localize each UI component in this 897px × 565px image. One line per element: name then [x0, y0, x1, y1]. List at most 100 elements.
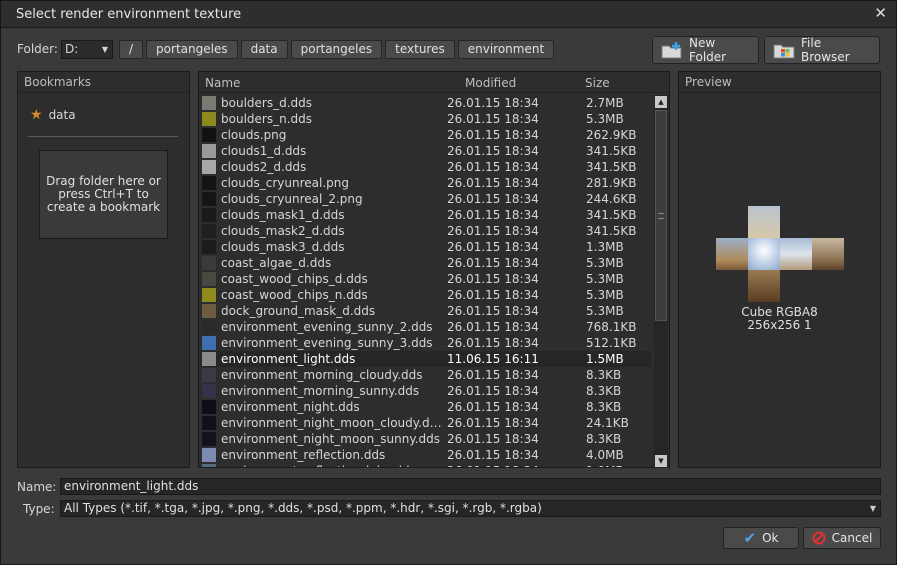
file-row[interactable]: environment_night_moon_sunny.dds 26.01.15… [200, 431, 651, 447]
file-thumbnail [202, 448, 216, 462]
breadcrumb-item[interactable]: portangeles [290, 40, 383, 59]
file-size: 1.0MB [586, 463, 624, 467]
file-name: environment_reflection.dds [221, 448, 386, 462]
bookmark-drop-zone[interactable]: Drag folder here or press Ctrl+T to crea… [39, 150, 168, 239]
scroll-up-icon[interactable]: ▲ [655, 96, 667, 108]
file-row[interactable]: clouds_cryunreal.png 26.01.15 18:34 281.9K… [200, 175, 651, 191]
file-list-scrollbar[interactable]: ▲ ▼ [654, 95, 668, 468]
drive-select[interactable]: D: ▼ [61, 40, 113, 59]
column-header-name[interactable]: Name [205, 76, 240, 90]
file-thumbnail [202, 304, 216, 318]
file-thumbnail [202, 224, 216, 238]
file-name: clouds_cryunreal_2.png [221, 192, 363, 206]
file-row[interactable]: environment_night_moon_cloudy.dds 26.01.1… [200, 415, 651, 431]
type-label: Type: [23, 502, 55, 516]
column-header-size[interactable]: Size [585, 76, 610, 90]
type-select[interactable]: All Types (*.tif, *.tga, *.jpg, *.png, *… [60, 500, 881, 517]
file-modified: 26.01.15 18:34 [447, 304, 539, 318]
file-thumbnail [202, 336, 216, 350]
new-folder-label: New Folder [689, 36, 727, 64]
new-folder-button[interactable]: New Folder [652, 36, 759, 64]
file-modified: 26.01.15 18:34 [447, 192, 539, 206]
bookmark-item-data[interactable]: ★ data [30, 107, 76, 123]
file-thumbnail [202, 192, 216, 206]
breadcrumb-item[interactable]: / [119, 40, 144, 59]
breadcrumb-item[interactable]: data [240, 40, 288, 59]
file-browser-label: File Browser [801, 36, 850, 64]
file-row[interactable]: boulders_d.dds 26.01.15 18:34 2.7MB [200, 95, 651, 111]
cancel-button[interactable]: Cancel [803, 527, 881, 549]
file-row[interactable]: clouds1_d.dds 26.01.15 18:34 341.5KB [200, 143, 651, 159]
file-thumbnail [202, 256, 216, 270]
dialog-window: Select render environment texture ✕ Fold… [0, 0, 897, 565]
file-thumbnail [202, 208, 216, 222]
file-browser-button[interactable]: File Browser [764, 36, 880, 64]
file-modified: 26.01.15 18:34 [447, 400, 539, 414]
file-size: 24.1KB [586, 416, 629, 430]
file-row[interactable]: clouds2_d.dds 26.01.15 18:34 341.5KB [200, 159, 651, 175]
file-row[interactable]: clouds.png 26.01.15 18:34 262.9KB [200, 127, 651, 143]
file-size: 5.3MB [586, 288, 624, 302]
file-row[interactable]: clouds_cryunreal_2.png 26.01.15 18:34 244.… [200, 191, 651, 207]
file-row[interactable]: environment_evening_sunny_3.dds 26.01.15 … [200, 335, 651, 351]
file-row[interactable]: boulders_n.dds 26.01.15 18:34 5.3MB [200, 111, 651, 127]
file-size: 244.6KB [586, 192, 637, 206]
file-modified: 11.06.15 16:11 [447, 352, 539, 366]
file-row[interactable]: environment_evening_sunny_2.dds 26.01.15 … [200, 319, 651, 335]
star-icon: ★ [30, 107, 43, 123]
file-modified: 26.01.15 18:34 [447, 256, 539, 270]
breadcrumb-item[interactable]: portangeles [146, 40, 238, 59]
ok-button[interactable]: ✔ Ok [723, 527, 799, 549]
name-input[interactable]: environment_light.dds [60, 478, 881, 495]
file-size: 281.9KB [586, 176, 637, 190]
file-row[interactable]: dock_ground_mask_d.dds 26.01.15 18:34 5.3M… [200, 303, 651, 319]
file-thumbnail [202, 240, 216, 254]
file-thumbnail [202, 176, 216, 190]
cube-face-right [780, 238, 812, 270]
column-header-modified[interactable]: Modified [465, 76, 516, 90]
file-name: clouds1_d.dds [221, 144, 307, 158]
scrollbar-thumb[interactable] [655, 110, 667, 321]
file-name: environment_night.dds [221, 400, 360, 414]
file-row[interactable]: environment_morning_cloudy.dds 26.01.15 1… [200, 367, 651, 383]
file-row[interactable]: coast_wood_chips_n.dds 26.01.15 18:34 5.3M… [200, 287, 651, 303]
file-thumbnail [202, 96, 216, 110]
file-row[interactable]: environment_morning_sunny.dds 26.01.15 18… [200, 383, 651, 399]
file-thumbnail [202, 112, 216, 126]
breadcrumb-item[interactable]: environment [457, 40, 555, 59]
cube-face-back [812, 238, 844, 270]
file-size: 341.5KB [586, 224, 637, 238]
file-row[interactable]: coast_wood_chips_d.dds 26.01.15 18:34 5.3M… [200, 271, 651, 287]
file-size: 341.5KB [586, 144, 637, 158]
preview-dimensions: 256x256 1 [747, 318, 812, 332]
file-name: environment_evening_sunny_2.dds [221, 320, 433, 334]
drive-value: D: [65, 42, 79, 56]
title-bar[interactable]: Select render environment texture ✕ [1, 1, 896, 28]
file-name: clouds_mask3_d.dds [221, 240, 345, 254]
file-size: 5.3MB [586, 112, 624, 126]
file-row[interactable]: clouds_mask1_d.dds 26.01.15 18:34 341.5KB [200, 207, 651, 223]
file-modified: 26.01.15 18:34 [447, 432, 539, 446]
file-thumbnail [202, 288, 216, 302]
file-modified: 26.01.15 18:34 [447, 224, 539, 238]
type-value: All Types (*.tif, *.tga, *.jpg, *.png, *… [64, 501, 542, 515]
file-size: 1.3MB [586, 240, 624, 254]
file-row[interactable]: environment_reflection_lake.dds 26.01.15 … [200, 463, 651, 467]
scroll-down-icon[interactable]: ▼ [655, 455, 667, 467]
file-name: environment_morning_cloudy.dds [221, 368, 423, 382]
close-icon[interactable]: ✕ [874, 4, 887, 22]
file-row[interactable]: environment_night.dds 26.01.15 18:34 8.3KB [200, 399, 651, 415]
file-name: clouds_mask1_d.dds [221, 208, 345, 222]
file-modified: 26.01.15 18:34 [447, 144, 539, 158]
file-row[interactable]: coast_algae_d.dds 26.01.15 18:34 5.3MB [200, 255, 651, 271]
breadcrumb-item[interactable]: textures [385, 40, 455, 59]
file-row[interactable]: clouds_mask3_d.dds 26.01.15 18:34 1.3MB [200, 239, 651, 255]
file-row[interactable]: environment_reflection.dds 26.01.15 18:34… [200, 447, 651, 463]
preview-header: Preview [679, 72, 880, 93]
file-row[interactable]: clouds_mask2_d.dds 26.01.15 18:34 341.5KB [200, 223, 651, 239]
name-label: Name: [17, 480, 57, 494]
file-name: environment_night_moon_cloudy.dds [221, 416, 443, 430]
file-row[interactable]: environment_light.dds 11.06.15 16:11 1.5MB [200, 351, 651, 367]
file-name: boulders_n.dds [221, 112, 312, 126]
file-thumbnail [202, 416, 216, 430]
